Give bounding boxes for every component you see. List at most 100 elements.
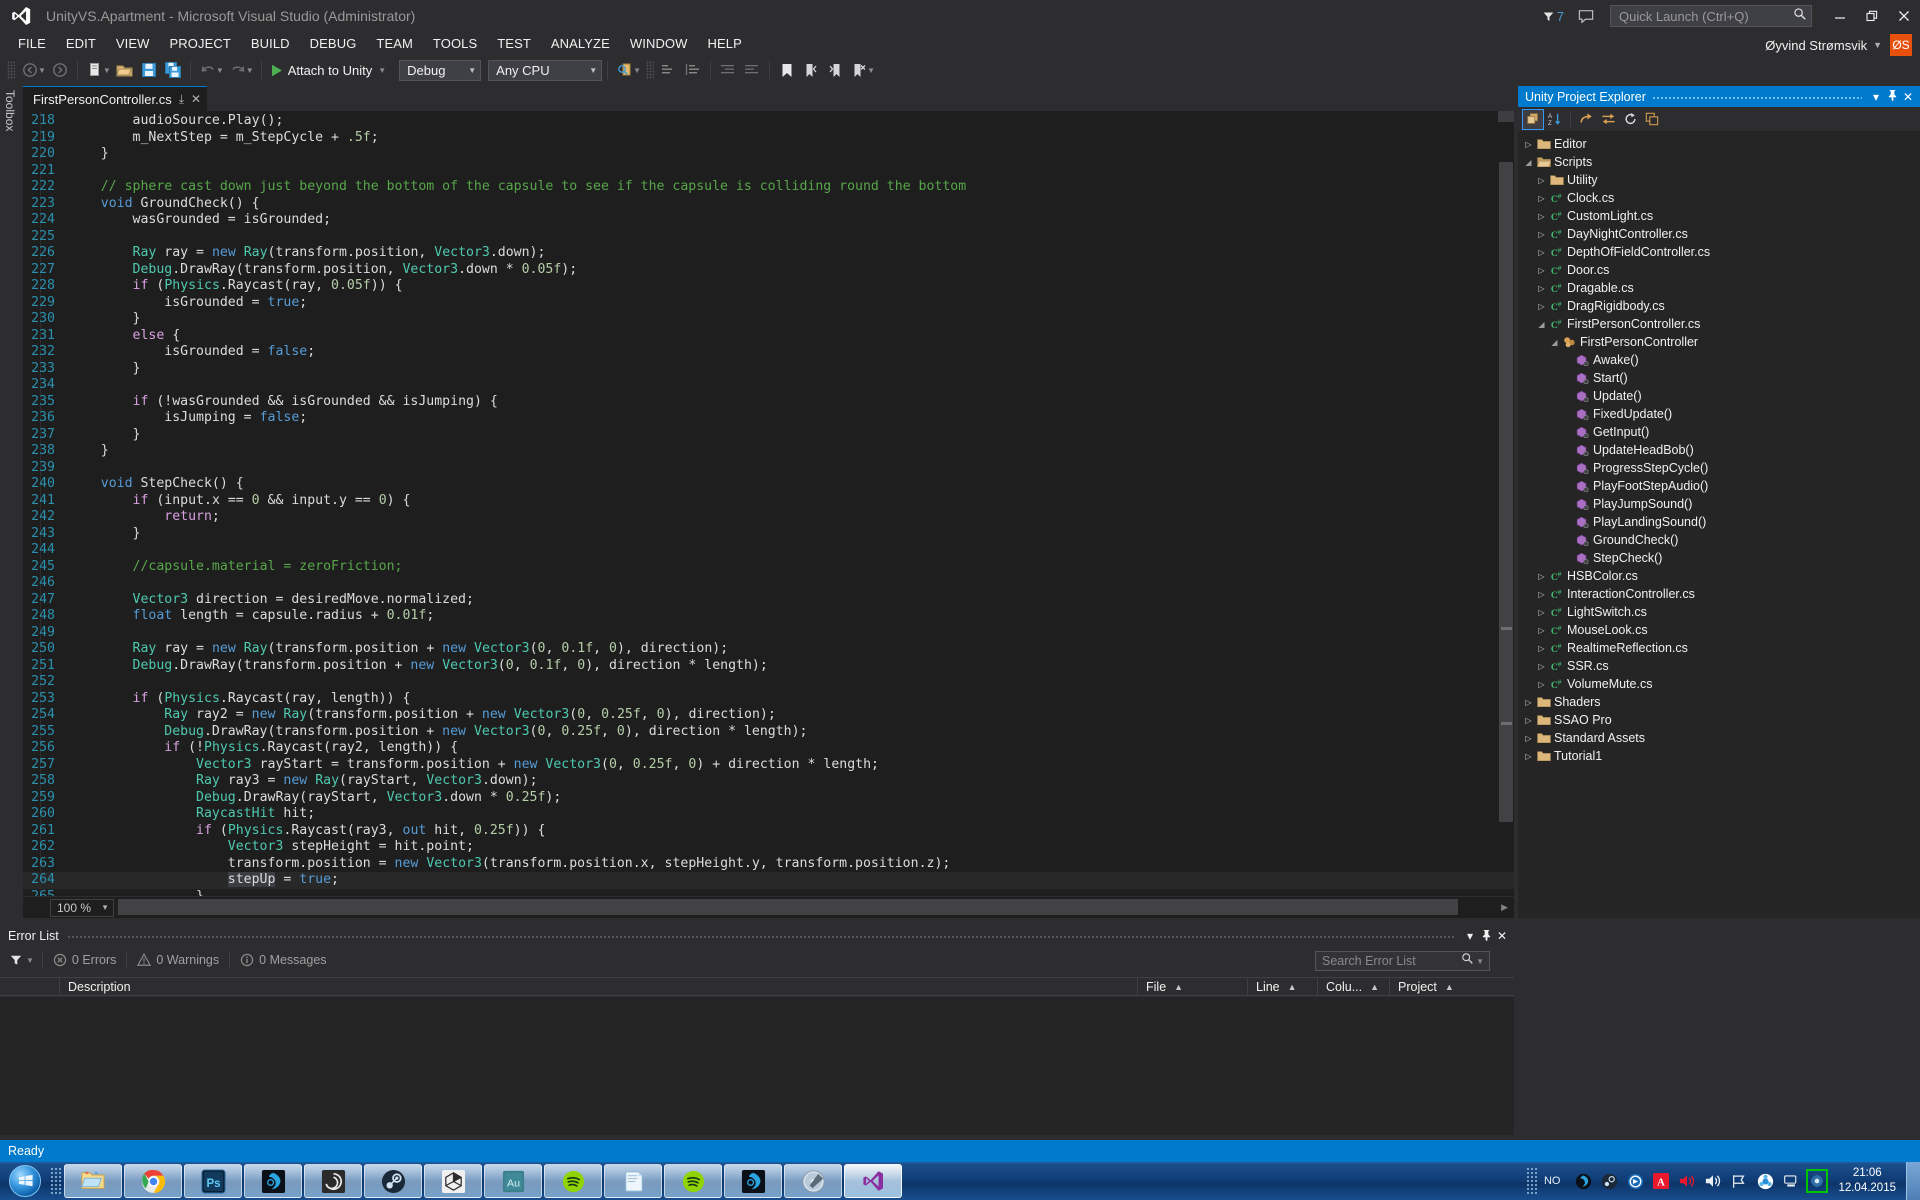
code-line[interactable]: 245 //capsule.material = zeroFriction; xyxy=(23,559,1514,576)
tree-item-hsbcolor-cs[interactable]: ▷ C # HSBColor.cs xyxy=(1518,567,1920,585)
minimize-button[interactable] xyxy=(1824,0,1856,32)
document-tab-firstpersoncontroller[interactable]: FirstPersonController.cs ⤓ ✕ xyxy=(23,86,208,111)
menu-project[interactable]: PROJECT xyxy=(160,32,241,55)
panel-menu-icon[interactable]: ▾ xyxy=(1462,929,1478,943)
panel-menu-icon[interactable]: ▾ xyxy=(1868,90,1884,104)
tree-item-getinput[interactable]: GetInput() xyxy=(1518,423,1920,441)
toolbar-overflow-icon[interactable]: ▼ xyxy=(867,66,875,75)
menu-window[interactable]: WINDOW xyxy=(620,32,698,55)
tree-item-realtimereflection-cs[interactable]: ▷ C # RealtimeReflection.cs xyxy=(1518,639,1920,657)
network-icon[interactable] xyxy=(1780,1169,1802,1193)
tree-item-updateheadbob[interactable]: UpdateHeadBob() xyxy=(1518,441,1920,459)
taskbar-grip[interactable] xyxy=(50,1167,62,1195)
code-line[interactable]: 256 if (!Physics.Raycast(ray2, length)) … xyxy=(23,740,1514,757)
close-button[interactable] xyxy=(1888,0,1920,32)
tree-item-start[interactable]: Start() xyxy=(1518,369,1920,387)
chevron-right-icon[interactable]: ▷ xyxy=(1535,590,1548,599)
code-line[interactable]: 224 wasGrounded = isGrounded; xyxy=(23,212,1514,229)
feedback-icon[interactable] xyxy=(1578,9,1594,24)
search-icon[interactable] xyxy=(1461,952,1474,970)
code-line[interactable]: 241 if (input.x == 0 && input.y == 0) { xyxy=(23,493,1514,510)
tree-item-ssao-pro[interactable]: ▷ SSAO Pro xyxy=(1518,711,1920,729)
refresh-icon[interactable] xyxy=(1619,109,1641,130)
code-line[interactable]: 233 } xyxy=(23,361,1514,378)
indent-icon[interactable] xyxy=(716,58,740,82)
attach-dropdown-icon[interactable]: ▼ xyxy=(378,66,386,75)
code-line[interactable]: 244 xyxy=(23,542,1514,559)
tree-item-dragrigidbody-cs[interactable]: ▷ C # DragRigidbody.cs xyxy=(1518,297,1920,315)
chevron-right-icon[interactable]: ▷ xyxy=(1535,176,1548,185)
code-line[interactable]: 225 xyxy=(23,229,1514,246)
chevron-right-icon[interactable]: ▷ xyxy=(1535,248,1548,257)
steam-tray-icon[interactable] xyxy=(1598,1169,1620,1193)
tree-item-lightswitch-cs[interactable]: ▷ C # LightSwitch.cs xyxy=(1518,603,1920,621)
toolbar-grip[interactable] xyxy=(7,61,15,79)
action-center-flag-icon[interactable] xyxy=(1728,1169,1750,1193)
tree-item-editor[interactable]: ▷ Editor xyxy=(1518,135,1920,153)
code-line[interactable]: 248 float length = capsule.radius + 0.01… xyxy=(23,608,1514,625)
tree-item-playfootstepaudio[interactable]: PlayFootStepAudio() xyxy=(1518,477,1920,495)
chevron-down-icon[interactable]: ▼ xyxy=(1476,957,1484,966)
nvidia-icon[interactable] xyxy=(1806,1169,1829,1193)
chevron-right-icon[interactable]: ▷ xyxy=(1535,644,1548,653)
panel-drag-handle[interactable] xyxy=(1651,86,1862,107)
chevron-right-icon[interactable]: ▷ xyxy=(1522,140,1535,149)
sync-icon[interactable] xyxy=(1597,109,1619,130)
taskbar-substance[interactable] xyxy=(304,1164,362,1198)
tree-item-depthoffieldcontroller-cs[interactable]: ▷ C # DepthOfFieldController.cs xyxy=(1518,243,1920,261)
taskbar-clock[interactable]: 21:06 12.04.2015 xyxy=(1830,1166,1906,1196)
menu-help[interactable]: HELP xyxy=(698,32,752,55)
taskbar-photoshop[interactable]: Ps xyxy=(184,1164,242,1198)
chevron-down-icon[interactable]: ◢ xyxy=(1522,158,1535,167)
code-line[interactable]: 252 xyxy=(23,674,1514,691)
code-line[interactable]: 226 Ray ray = new Ray(transform.position… xyxy=(23,245,1514,262)
marmoset-tray-icon[interactable] xyxy=(1572,1169,1594,1193)
comment-icon[interactable] xyxy=(657,58,681,82)
taskbar-visual-studio[interactable] xyxy=(844,1164,902,1198)
code-line[interactable]: 235 if (!wasGrounded && isGrounded && is… xyxy=(23,394,1514,411)
code-line[interactable]: 262 Vector3 stepHeight = hit.point; xyxy=(23,839,1514,856)
quick-launch-input[interactable] xyxy=(1619,8,1793,24)
speaker-icon[interactable] xyxy=(1702,1169,1724,1193)
new-item-dropdown-icon[interactable]: ▼ xyxy=(103,66,111,75)
code-line[interactable]: 253 if (Physics.Raycast(ray, length)) { xyxy=(23,691,1514,708)
close-icon[interactable]: ✕ xyxy=(191,92,201,106)
tree-item-ssr-cs[interactable]: ▷ C # SSR.cs xyxy=(1518,657,1920,675)
chevron-down-icon[interactable]: ▼ xyxy=(577,66,597,75)
save-icon[interactable] xyxy=(137,58,161,82)
tree-item-interactioncontroller-cs[interactable]: ▷ C # InteractionController.cs xyxy=(1518,585,1920,603)
open-file-icon[interactable] xyxy=(113,58,137,82)
prev-bookmark-icon[interactable] xyxy=(799,58,823,82)
navigate-forward-icon[interactable] xyxy=(48,58,72,82)
code-line[interactable]: 239 xyxy=(23,460,1514,477)
taskbar-google-chrome[interactable] xyxy=(124,1164,182,1198)
tree-item-progressstepcycle[interactable]: ProgressStepCycle() xyxy=(1518,459,1920,477)
chevron-right-icon[interactable]: ▷ xyxy=(1522,716,1535,725)
toolbox-tab[interactable]: Toolbox xyxy=(0,86,22,161)
tree-item-door-cs[interactable]: ▷ C # Door.cs xyxy=(1518,261,1920,279)
messages-toggle[interactable]: 0 Messages xyxy=(230,953,336,967)
code-line[interactable]: 258 Ray ray3 = new Ray(rayStart, Vector3… xyxy=(23,773,1514,790)
tree-item-customlight-cs[interactable]: ▷ C # CustomLight.cs xyxy=(1518,207,1920,225)
chevron-right-icon[interactable]: ▷ xyxy=(1535,302,1548,311)
chevron-down-icon[interactable]: ◢ xyxy=(1548,338,1561,347)
tree-item-playjumpsound[interactable]: PlayJumpSound() xyxy=(1518,495,1920,513)
chevron-right-icon[interactable]: ▷ xyxy=(1522,752,1535,761)
chevron-right-icon[interactable]: ▷ xyxy=(1535,608,1548,617)
menu-view[interactable]: VIEW xyxy=(106,32,160,55)
menu-team[interactable]: TEAM xyxy=(366,32,423,55)
taskbar-steam[interactable] xyxy=(364,1164,422,1198)
teamviewer-tray-icon[interactable] xyxy=(1624,1169,1646,1193)
chevron-right-icon[interactable]: ▷ xyxy=(1535,680,1548,689)
code-line[interactable]: 219 m_NextStep = m_StepCycle + .5f; xyxy=(23,130,1514,147)
save-all-icon[interactable] xyxy=(161,58,185,82)
column-header-line[interactable]: Line ▲ xyxy=(1248,977,1318,996)
chevron-down-icon[interactable]: ▼ xyxy=(91,903,109,912)
taskbar-spotify[interactable] xyxy=(544,1164,602,1198)
menu-analyze[interactable]: ANALYZE xyxy=(541,32,620,55)
code-line[interactable]: 238 } xyxy=(23,443,1514,460)
user-avatar[interactable]: ØS xyxy=(1890,34,1912,56)
tree-item-playlandingsound[interactable]: PlayLandingSound() xyxy=(1518,513,1920,531)
close-icon[interactable]: ✕ xyxy=(1900,90,1916,104)
code-line[interactable]: 242 return; xyxy=(23,509,1514,526)
